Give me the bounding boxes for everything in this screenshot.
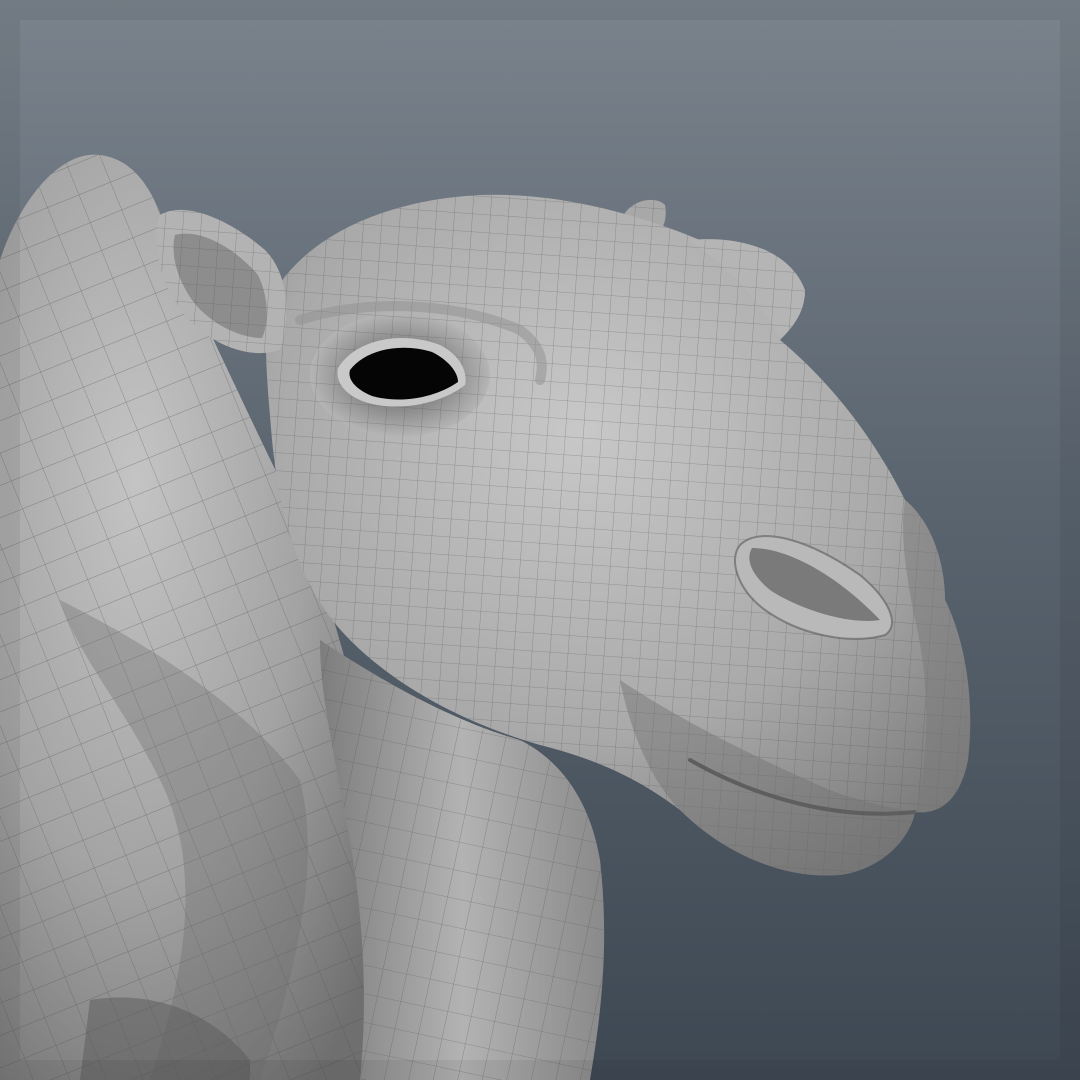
camel-render — [0, 0, 1080, 1080]
eye — [310, 313, 490, 437]
3d-viewport[interactable] — [0, 0, 1080, 1080]
